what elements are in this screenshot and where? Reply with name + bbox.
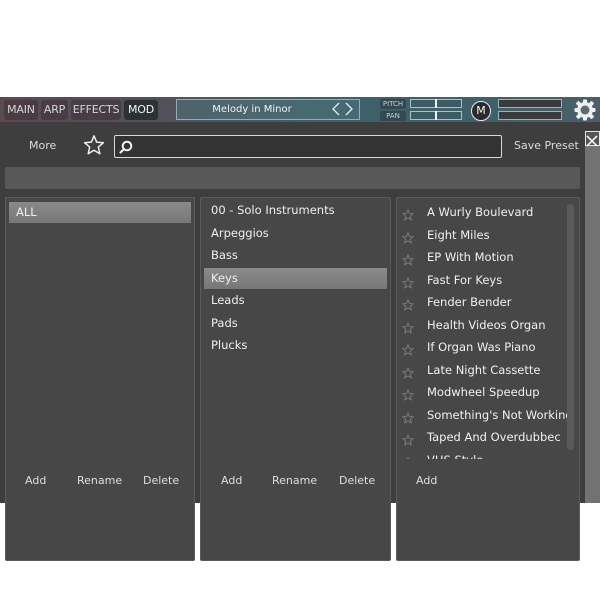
preset-nav-arrows-icon[interactable] <box>331 101 355 122</box>
preset-name: Something's Not Working <box>427 407 573 422</box>
tab-effects[interactable]: EFFECTS <box>71 100 121 120</box>
preset-browser-window: MAIN ARP EFFECTS MOD Melody in Minor PIT… <box>0 97 600 561</box>
preset-selector[interactable]: Melody in Minor <box>176 99 360 120</box>
gear-icon[interactable] <box>573 98 597 122</box>
preset-name: If Organ Was Piano <box>427 340 536 354</box>
preset-name: Modwheel Speedup <box>427 385 540 399</box>
close-icon <box>586 135 598 147</box>
pan-label: PAN <box>380 111 406 121</box>
preset-list-scrollbar[interactable] <box>567 204 574 450</box>
preset-item[interactable]: Something's Not Working <box>397 404 573 426</box>
search-input[interactable] <box>114 135 502 158</box>
preset-name: A Wurly Boulevard <box>427 205 534 219</box>
tab-mod[interactable]: MOD <box>124 100 158 120</box>
pitch-slider-thumb[interactable] <box>435 99 437 108</box>
preset-item[interactable]: EP With Motion <box>397 246 567 268</box>
preset-item[interactable]: VHS Style <box>397 449 567 460</box>
bank-add-button[interactable]: Add <box>25 474 46 487</box>
preset-item[interactable]: Fender Bender <box>397 291 567 313</box>
bank-delete-button[interactable]: Delete <box>143 474 179 487</box>
bank-item[interactable]: ALL <box>9 202 191 223</box>
preset-name: Fender Bender <box>427 295 512 309</box>
favorite-star-icon[interactable] <box>401 431 415 446</box>
favorite-star-icon[interactable] <box>401 229 415 244</box>
category-add-button[interactable]: Add <box>221 474 242 487</box>
favorite-star-icon[interactable] <box>401 274 415 289</box>
category-item[interactable]: Bass <box>204 245 387 266</box>
category-rename-button[interactable]: Rename <box>272 474 317 487</box>
pan-slider[interactable] <box>410 111 462 120</box>
level-meter-right <box>498 111 562 120</box>
category-item[interactable]: Plucks <box>204 335 387 356</box>
right-edge-strip <box>585 131 600 503</box>
favorite-star-icon[interactable] <box>401 251 415 266</box>
tab-main[interactable]: MAIN <box>4 100 38 120</box>
preset-item[interactable]: Taped And Overdubbec <box>397 426 567 448</box>
preset-name: Late Night Cassette <box>427 362 541 377</box>
favorite-star-icon[interactable] <box>401 341 415 356</box>
tab-arp[interactable]: ARP <box>41 100 68 120</box>
favorite-star-icon[interactable] <box>401 409 415 424</box>
preset-name: Eight Miles <box>427 227 490 242</box>
preset-name: EP With Motion <box>427 250 514 264</box>
preset-add-button[interactable]: Add <box>416 474 437 487</box>
preset-item[interactable]: Modwheel Speedup <box>397 381 567 403</box>
category-delete-button[interactable]: Delete <box>339 474 375 487</box>
bank-rename-button[interactable]: Rename <box>77 474 122 487</box>
preset-name: Taped And Overdubbec <box>427 430 561 444</box>
close-button[interactable] <box>585 131 600 147</box>
preset-list: A Wurly Boulevard Eight Miles EP With Moti… <box>397 198 579 459</box>
favorite-star-icon[interactable] <box>401 319 415 334</box>
pan-slider-thumb[interactable] <box>435 111 437 120</box>
level-meter-left <box>498 99 562 108</box>
favorite-star-icon[interactable] <box>401 364 415 379</box>
favorite-star-icon[interactable] <box>401 206 415 221</box>
preset-item[interactable]: Fast For Keys <box>397 269 567 291</box>
preset-name: Health Videos Organ <box>427 317 546 332</box>
category-item[interactable]: Pads <box>204 313 387 334</box>
category-item[interactable]: Leads <box>204 290 387 311</box>
categories-panel: 00 - Solo Instruments Arpeggios Bass Key… <box>200 197 391 561</box>
category-item[interactable]: 00 - Solo Instruments <box>204 200 387 221</box>
preset-item[interactable]: Late Night Cassette <box>397 359 567 381</box>
preset-item[interactable]: Eight Miles <box>397 224 567 246</box>
more-button[interactable]: More <box>29 139 56 152</box>
top-bar: MAIN ARP EFFECTS MOD Melody in Minor PIT… <box>0 97 600 122</box>
save-preset-button[interactable]: Save Preset <box>514 139 579 152</box>
category-item-selected[interactable]: Keys <box>204 267 387 289</box>
preset-item[interactable]: A Wurly Boulevard <box>397 201 567 223</box>
star-outline-icon[interactable] <box>83 134 105 156</box>
m-button[interactable]: M <box>471 101 491 121</box>
pitch-slider[interactable] <box>410 99 462 108</box>
banks-panel: ALL <box>5 197 195 561</box>
favorite-star-icon[interactable] <box>401 296 415 311</box>
presets-panel: A Wurly Boulevard Eight Miles EP With Moti… <box>396 197 580 561</box>
preset-item[interactable]: If Organ Was Piano <box>397 336 567 358</box>
preset-item[interactable]: Health Videos Organ <box>397 314 567 336</box>
current-preset-name: Melody in Minor <box>212 104 292 115</box>
preset-name: Fast For Keys <box>427 272 503 287</box>
favorite-star-icon[interactable] <box>402 454 414 459</box>
filter-bar <box>5 167 580 189</box>
preset-name: VHS Style <box>427 449 483 460</box>
category-item[interactable]: Arpeggios <box>204 223 387 244</box>
pitch-label: PITCH <box>380 99 406 109</box>
favorite-star-icon[interactable] <box>401 386 415 401</box>
search-icon <box>119 139 133 154</box>
